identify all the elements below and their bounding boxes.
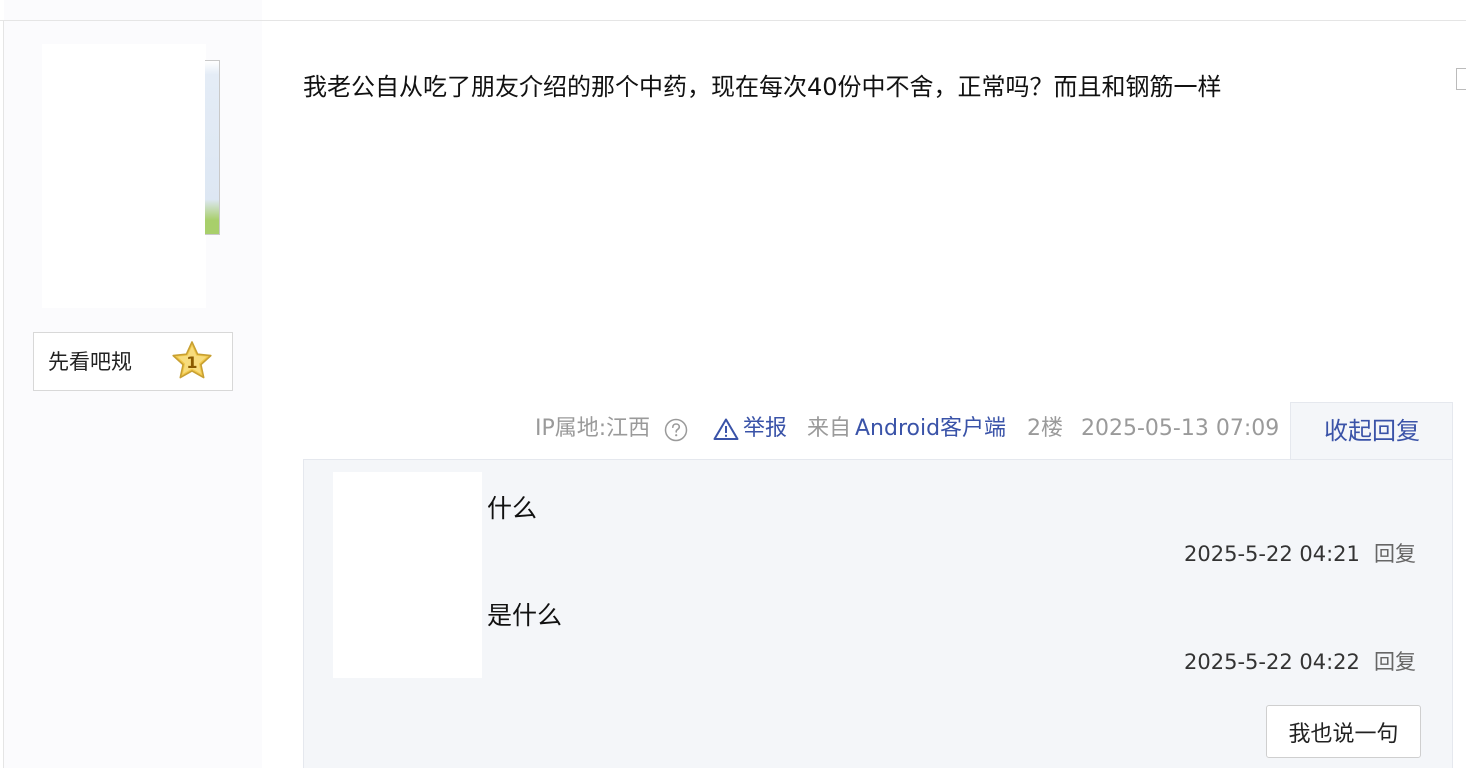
post-content: 我老公自从吃了朋友介绍的那个中药，现在每次40份中不舍，正常吗？而且和钢筋一样 [303, 73, 1222, 101]
post-timestamp: 2025-05-13 07:09 [1081, 416, 1280, 441]
star-badge-icon: 1 [172, 341, 212, 379]
warning-triangle-icon [713, 418, 739, 440]
forum-rules-badge[interactable]: 先看吧规 1 [33, 332, 233, 391]
reply-avatar[interactable] [333, 472, 482, 678]
left-border [3, 20, 4, 768]
ip-location: IP属地:江西 [535, 416, 651, 441]
badge-level: 1 [186, 353, 197, 372]
reply-time: 2025-5-22 04:22 [1184, 650, 1360, 674]
floor-number: 2楼 [1027, 416, 1063, 441]
author-avatar[interactable] [42, 44, 206, 308]
avatar-image-edge [205, 60, 220, 235]
badge-label: 先看吧规 [48, 350, 132, 374]
source-prefix: 来自 [807, 416, 852, 441]
question-circle-icon[interactable] [664, 418, 688, 442]
reply-time: 2025-5-22 04:21 [1184, 542, 1360, 566]
reply-text: 是什么 [487, 601, 563, 630]
reply-button[interactable]: 回复 [1374, 648, 1416, 676]
top-divider [0, 20, 1466, 21]
say-something-button[interactable]: 我也说一句 [1266, 705, 1421, 758]
collapse-replies-label: 收起回复 [1324, 417, 1420, 445]
reply-button[interactable]: 回复 [1374, 540, 1416, 568]
reply-text: 什么 [487, 494, 538, 523]
report-link[interactable]: 举报 [743, 414, 787, 444]
post-page: 先看吧规 1 我老公自从吃了朋友介绍的那个中药，现在每次40份中不舍，正常吗？而… [0, 0, 1466, 768]
share-icon[interactable] [1456, 68, 1466, 90]
source-client-link[interactable]: Android客户端 [855, 414, 1006, 444]
collapse-replies-tab[interactable]: 收起回复 [1290, 402, 1453, 460]
